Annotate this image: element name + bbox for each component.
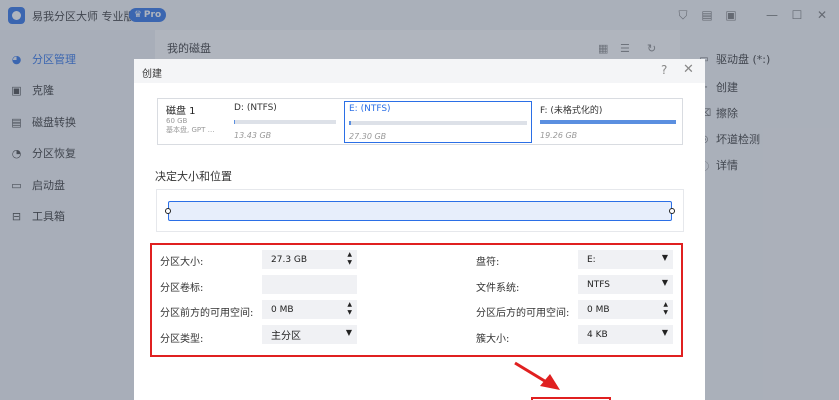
app-window: 易我分区大师 专业版 ♛ Pro ⛉ ▤ ▣ — ☐ ✕ ◕ 分区管理 ▣ 克隆 ▤ 磁… — [0, 0, 839, 400]
annotation-arrow-shaft — [514, 361, 549, 385]
annotation-arrow-head — [540, 374, 560, 390]
annotation-arrow — [514, 361, 560, 390]
